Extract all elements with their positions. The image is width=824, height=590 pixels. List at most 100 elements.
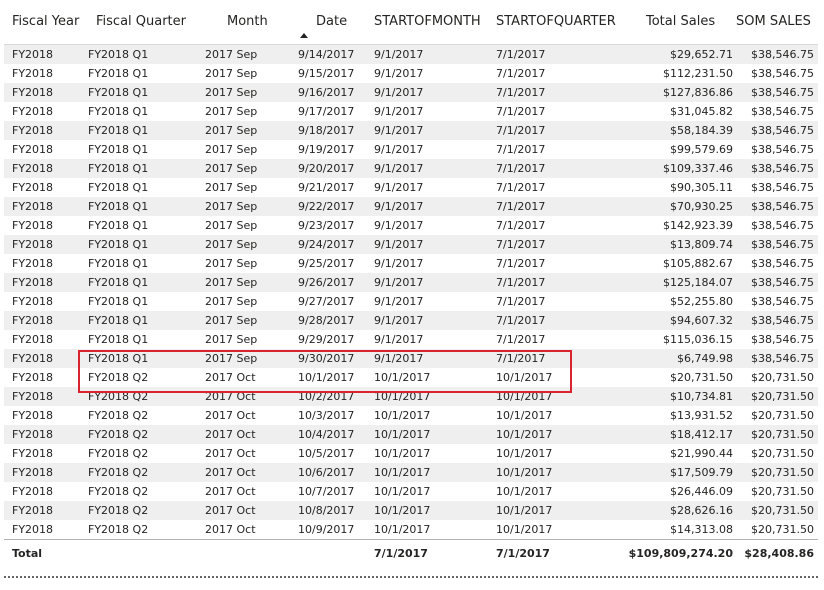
table-body: FY2018 FY2018 Q1 2017 Sep 9/14/2017 9/1/2017… — [4, 45, 818, 539]
cell-fiscal-quarter: FY2018 Q1 — [88, 238, 149, 251]
table-row[interactable]: FY2018 FY2018 Q2 2017 Oct 10/6/2017 10/1/201… — [4, 463, 818, 482]
cell-fiscal-year: FY2018 — [12, 352, 54, 365]
cell-startofquarter: 7/1/2017 — [496, 333, 546, 346]
header-total-sales[interactable]: Total Sales — [646, 14, 715, 29]
visual-border-dotted — [4, 576, 818, 578]
cell-month: 2017 Oct — [205, 485, 256, 498]
table-row[interactable]: FY2018 FY2018 Q1 2017 Sep 9/20/2017 9/1/2017… — [4, 159, 818, 178]
header-startofmonth[interactable]: STARTOFMONTH — [374, 14, 481, 29]
cell-startofquarter: 7/1/2017 — [496, 48, 546, 61]
table-row[interactable]: FY2018 FY2018 Q2 2017 Oct 10/4/2017 10/1/201… — [4, 425, 818, 444]
cell-fiscal-year: FY2018 — [12, 124, 54, 137]
cell-fiscal-quarter: FY2018 Q1 — [88, 143, 149, 156]
cell-total-sales: $52,255.80 — [670, 295, 733, 308]
cell-fiscal-year: FY2018 — [12, 181, 54, 194]
table-row[interactable]: FY2018 FY2018 Q1 2017 Sep 9/25/2017 9/1/2017… — [4, 254, 818, 273]
cell-month: 2017 Sep — [205, 276, 258, 289]
header-som-sales[interactable]: SOM SALES — [736, 14, 811, 29]
cell-month: 2017 Sep — [205, 257, 258, 270]
cell-startofquarter: 10/1/2017 — [496, 447, 553, 460]
header-month[interactable]: Month — [227, 14, 268, 29]
table-row[interactable]: FY2018 FY2018 Q1 2017 Sep 9/26/2017 9/1/2017… — [4, 273, 818, 292]
header-date[interactable]: Date — [316, 14, 347, 29]
cell-startofmonth: 9/1/2017 — [374, 124, 424, 137]
cell-som-sales: $38,546.75 — [751, 105, 814, 118]
cell-fiscal-quarter: FY2018 Q1 — [88, 314, 149, 327]
cell-som-sales: $38,546.75 — [751, 67, 814, 80]
cell-month: 2017 Sep — [205, 295, 258, 308]
cell-fiscal-year: FY2018 — [12, 67, 54, 80]
cell-month: 2017 Sep — [205, 200, 258, 213]
cell-month: 2017 Oct — [205, 428, 256, 441]
sort-ascending-icon[interactable] — [300, 33, 308, 38]
cell-startofmonth: 9/1/2017 — [374, 295, 424, 308]
cell-date: 10/8/2017 — [298, 504, 355, 517]
table-row[interactable]: FY2018 FY2018 Q1 2017 Sep 9/21/2017 9/1/2017… — [4, 178, 818, 197]
cell-date: 9/24/2017 — [298, 238, 355, 251]
table-row[interactable]: FY2018 FY2018 Q1 2017 Sep 9/27/2017 9/1/2017… — [4, 292, 818, 311]
cell-date: 9/15/2017 — [298, 67, 355, 80]
table-row[interactable]: FY2018 FY2018 Q1 2017 Sep 9/29/2017 9/1/2017… — [4, 330, 818, 349]
cell-total-sales: $29,652.71 — [670, 48, 733, 61]
cell-month: 2017 Sep — [205, 48, 258, 61]
table-row[interactable]: FY2018 FY2018 Q1 2017 Sep 9/15/2017 9/1/2017… — [4, 64, 818, 83]
cell-date: 9/29/2017 — [298, 333, 355, 346]
cell-startofquarter: 7/1/2017 — [496, 276, 546, 289]
cell-som-sales: $20,731.50 — [751, 409, 814, 422]
cell-total-sales: $109,337.46 — [663, 162, 733, 175]
cell-fiscal-year: FY2018 — [12, 219, 54, 232]
cell-total-sales: $127,836.86 — [663, 86, 733, 99]
cell-date: 9/16/2017 — [298, 86, 355, 99]
table-row[interactable]: FY2018 FY2018 Q1 2017 Sep 9/18/2017 9/1/2017… — [4, 121, 818, 140]
table-row[interactable]: FY2018 FY2018 Q2 2017 Oct 10/7/2017 10/1/201… — [4, 482, 818, 501]
header-fiscal-quarter[interactable]: Fiscal Quarter — [96, 14, 186, 29]
cell-som-sales: $20,731.50 — [751, 504, 814, 517]
cell-fiscal-quarter: FY2018 Q2 — [88, 504, 149, 517]
table-row[interactable]: FY2018 FY2018 Q2 2017 Oct 10/3/2017 10/1/201… — [4, 406, 818, 425]
cell-month: 2017 Sep — [205, 333, 258, 346]
cell-fiscal-quarter: FY2018 Q2 — [88, 447, 149, 460]
cell-date: 9/18/2017 — [298, 124, 355, 137]
cell-startofquarter: 7/1/2017 — [496, 314, 546, 327]
table-row[interactable]: FY2018 FY2018 Q1 2017 Sep 9/14/2017 9/1/2017… — [4, 45, 818, 64]
table-row[interactable]: FY2018 FY2018 Q1 2017 Sep 9/22/2017 9/1/2017… — [4, 197, 818, 216]
cell-fiscal-year: FY2018 — [12, 428, 54, 441]
cell-fiscal-year: FY2018 — [12, 409, 54, 422]
cell-date: 9/17/2017 — [298, 105, 355, 118]
table-row[interactable]: FY2018 FY2018 Q1 2017 Sep 9/23/2017 9/1/2017… — [4, 216, 818, 235]
table-header: Fiscal Year Fiscal Quarter Month Date ST… — [4, 0, 818, 45]
table-row[interactable]: FY2018 FY2018 Q1 2017 Sep 9/28/2017 9/1/2017… — [4, 311, 818, 330]
table-row[interactable]: FY2018 FY2018 Q1 2017 Sep 9/24/2017 9/1/2017… — [4, 235, 818, 254]
cell-som-sales: $38,546.75 — [751, 219, 814, 232]
highlight-annotation-box — [78, 350, 572, 393]
table-row[interactable]: FY2018 FY2018 Q2 2017 Oct 10/8/2017 10/1/201… — [4, 501, 818, 520]
table-row[interactable]: FY2018 FY2018 Q2 2017 Oct 10/5/2017 10/1/201… — [4, 444, 818, 463]
cell-startofquarter: 7/1/2017 — [496, 257, 546, 270]
table-row[interactable]: FY2018 FY2018 Q2 2017 Oct 10/9/2017 10/1/201… — [4, 520, 818, 539]
cell-startofquarter: 7/1/2017 — [496, 200, 546, 213]
cell-month: 2017 Oct — [205, 504, 256, 517]
cell-date: 10/6/2017 — [298, 466, 355, 479]
header-fiscal-year[interactable]: Fiscal Year — [12, 14, 79, 29]
cell-fiscal-quarter: FY2018 Q1 — [88, 86, 149, 99]
cell-som-sales: $38,546.75 — [751, 352, 814, 365]
cell-fiscal-year: FY2018 — [12, 48, 54, 61]
cell-fiscal-year: FY2018 — [12, 276, 54, 289]
header-startofquarter[interactable]: STARTOFQUARTER — [496, 14, 616, 29]
cell-month: 2017 Sep — [205, 238, 258, 251]
cell-month: 2017 Sep — [205, 86, 258, 99]
cell-startofquarter: 7/1/2017 — [496, 162, 546, 175]
cell-fiscal-quarter: FY2018 Q1 — [88, 257, 149, 270]
cell-fiscal-year: FY2018 — [12, 295, 54, 308]
cell-startofmonth: 9/1/2017 — [374, 86, 424, 99]
table-row[interactable]: FY2018 FY2018 Q1 2017 Sep 9/19/2017 9/1/2017… — [4, 140, 818, 159]
cell-som-sales: $38,546.75 — [751, 295, 814, 308]
table-row[interactable]: FY2018 FY2018 Q1 2017 Sep 9/17/2017 9/1/2017… — [4, 102, 818, 121]
table-row[interactable]: FY2018 FY2018 Q1 2017 Sep 9/16/2017 9/1/2017… — [4, 83, 818, 102]
cell-fiscal-year: FY2018 — [12, 314, 54, 327]
cell-fiscal-year: FY2018 — [12, 466, 54, 479]
cell-fiscal-year: FY2018 — [12, 523, 54, 536]
cell-fiscal-year: FY2018 — [12, 390, 54, 403]
cell-startofquarter: 7/1/2017 — [496, 124, 546, 137]
cell-fiscal-year: FY2018 — [12, 162, 54, 175]
